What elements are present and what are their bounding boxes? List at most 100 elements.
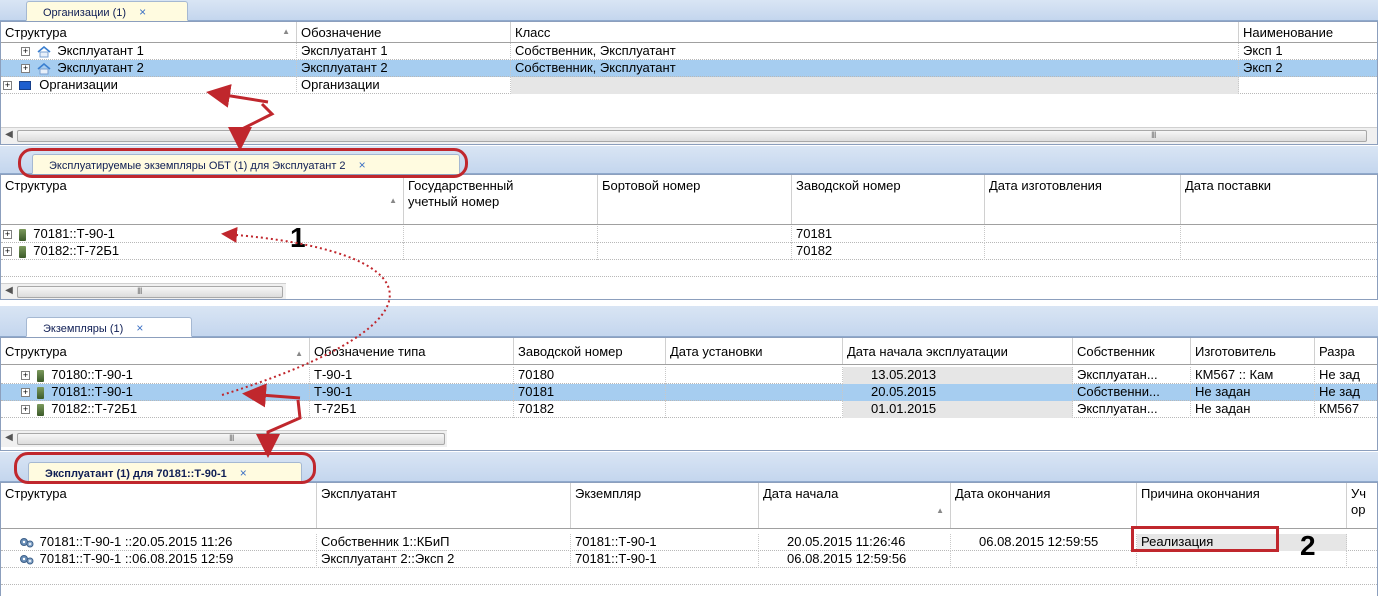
column-header-structure[interactable]: Структура (1, 483, 317, 528)
column-header-manufacture-date[interactable]: Дата изготовления (985, 175, 1181, 224)
row-name: 70181::Т-90-1 (33, 226, 115, 241)
install-date-cell (666, 384, 843, 401)
column-header-class[interactable]: Класс (511, 22, 1239, 42)
column-header-type[interactable]: Обозначение типа (310, 338, 514, 364)
column-header-state-number[interactable]: Государственный учетный номер (404, 175, 598, 224)
expand-icon[interactable]: + (21, 388, 30, 398)
scroll-thumb[interactable] (17, 130, 1367, 142)
instance-cell: 70181::Т-90-1 (571, 551, 759, 568)
end-date-cell: 06.08.2015 12:59:55 (951, 534, 1137, 551)
table-row[interactable]: + 70182::Т-72Б1 Т-72Б1 70182 01.01.2015 … (1, 401, 1377, 418)
factory-number-cell: 70182 (792, 243, 985, 260)
tab-instances[interactable]: Экземпляры (1) × (26, 317, 192, 337)
close-icon[interactable]: × (139, 5, 146, 19)
column-header-structure[interactable]: Структура ▲ (1, 22, 297, 42)
scroll-left-icon[interactable]: ◀ (3, 432, 15, 443)
designation-cell: Эксплуатант 2 (297, 60, 511, 77)
column-header-factory-number[interactable]: Заводской номер (514, 338, 666, 364)
column-header-owner[interactable]: Собственник (1073, 338, 1191, 364)
type-cell: Т-72Б1 (310, 401, 514, 418)
table-row[interactable]: + 70182::Т-72Б1 70182 (1, 243, 1377, 260)
column-header-delivery-date[interactable]: Дата поставки (1181, 175, 1377, 224)
column-header-end-reason[interactable]: Причина окончания (1137, 483, 1347, 528)
instance-cell: 70181::Т-90-1 (571, 534, 759, 551)
tab-highlight-ellipse (14, 452, 316, 484)
column-header-structure[interactable]: Структура ▲ (1, 175, 404, 224)
column-header-end-date[interactable]: Дата окончания (951, 483, 1137, 528)
table-row-selected[interactable]: + 70181::Т-90-1 Т-90-1 70181 20.05.2015 … (1, 384, 1377, 401)
expand-icon[interactable]: + (21, 371, 30, 381)
column-header-manufacturer[interactable]: Изготовитель (1191, 338, 1315, 364)
delivery-date-cell (1181, 226, 1377, 243)
row-name: 70182::Т-72Б1 (33, 243, 120, 258)
operated-instances-grid: Структура ▲ Государственный учетный номер … (0, 174, 1378, 300)
scroll-left-icon[interactable]: ◀ (3, 129, 15, 140)
table-row[interactable]: + Эксплуатант 1 Эксплуатант 1 Собственни… (1, 43, 1377, 60)
tab-organizations[interactable]: Организации (1) × (26, 1, 188, 21)
end-date-cell (951, 551, 1137, 568)
column-header-start-date[interactable]: Дата начала ▲ (759, 483, 951, 528)
type-cell: Т-90-1 (310, 384, 514, 401)
expand-icon[interactable]: + (3, 247, 12, 257)
factory-number-cell: 70182 (514, 401, 666, 418)
column-header-board-number[interactable]: Бортовой номер (598, 175, 792, 224)
start-date-cell: 20.05.2015 11:26:46 (759, 534, 951, 551)
column-header-extra[interactable]: Уч ор (1347, 483, 1377, 528)
column-header-instance[interactable]: Экземпляр (571, 483, 759, 528)
house-icon (37, 62, 51, 75)
tree-cell: + Эксплуатант 1 (1, 43, 297, 60)
delivery-date-cell (1181, 243, 1377, 260)
table-row[interactable]: + 70180::Т-90-1 Т-90-1 70180 13.05.2013 … (1, 367, 1377, 384)
table-row[interactable]: 70181::Т-90-1 ::06.08.2015 12:59 Эксплуа… (1, 551, 1377, 568)
expand-icon[interactable]: + (21, 47, 30, 57)
sort-asc-icon: ▲ (389, 196, 397, 205)
gears-icon (20, 555, 34, 565)
state-number-cell (404, 226, 598, 243)
horizontal-scrollbar[interactable]: ◀ III (1, 430, 447, 447)
developer-cell: Не зад (1315, 367, 1377, 384)
horizontal-scrollbar[interactable]: ◀ III (1, 283, 286, 299)
gears-icon (20, 538, 34, 548)
column-header-structure[interactable]: Структура ▲ (1, 338, 310, 364)
expand-icon[interactable]: + (21, 64, 30, 74)
column-header-install-date[interactable]: Дата установки (666, 338, 843, 364)
scroll-grip: III (137, 286, 142, 296)
table-row[interactable]: + Организации Организации (1, 77, 1377, 94)
instances-grid: Структура ▲ Обозначение типа Заводской но… (0, 337, 1378, 451)
tree-cell: + 70181::Т-90-1 (1, 226, 404, 243)
column-header-designation[interactable]: Обозначение (297, 22, 511, 42)
column-header-operator[interactable]: Эксплуатант (317, 483, 571, 528)
tree-cell: + Эксплуатант 2 (1, 60, 297, 77)
table-row-selected[interactable]: + Эксплуатант 2 Эксплуатант 2 Собственни… (1, 60, 1377, 77)
expand-icon[interactable]: + (3, 230, 12, 240)
designation-cell: Организации (297, 77, 511, 94)
close-icon[interactable]: × (136, 321, 143, 335)
tree-cell: + 70182::Т-72Б1 (1, 243, 404, 260)
table-row[interactable]: + 70181::Т-90-1 70181 (1, 226, 1377, 243)
tank-icon (18, 245, 26, 258)
scroll-grip: III (1151, 130, 1156, 140)
tank-icon (36, 369, 44, 382)
manufacturer-cell: Не задан (1191, 401, 1315, 418)
row-name: 70181::Т-90-1 (51, 384, 133, 399)
name-cell (1239, 77, 1377, 94)
scroll-left-icon[interactable]: ◀ (3, 285, 15, 296)
column-header-operation-start[interactable]: Дата начала эксплуатации (843, 338, 1073, 364)
tab-organizations-label: Организации (1) (43, 7, 127, 19)
type-cell: Т-90-1 (310, 367, 514, 384)
tank-icon (36, 403, 44, 416)
class-cell (511, 77, 1239, 94)
column-header-name[interactable]: Наименование (1239, 22, 1377, 42)
column-header-factory-number[interactable]: Заводской номер (792, 175, 985, 224)
scroll-thumb[interactable] (17, 286, 283, 298)
expand-icon[interactable]: + (21, 405, 30, 415)
factory-number-cell: 70181 (792, 226, 985, 243)
name-cell: Эксп 2 (1239, 60, 1377, 77)
operation-start-cell: 13.05.2013 (843, 367, 1073, 384)
row-name: Эксплуатант 1 (57, 43, 144, 58)
operation-start-cell: 20.05.2015 (843, 384, 1073, 401)
expand-icon[interactable]: + (3, 81, 12, 91)
install-date-cell (666, 367, 843, 384)
horizontal-scrollbar[interactable]: ◀ III (1, 127, 1377, 144)
column-header-developer[interactable]: Разра (1315, 338, 1377, 364)
